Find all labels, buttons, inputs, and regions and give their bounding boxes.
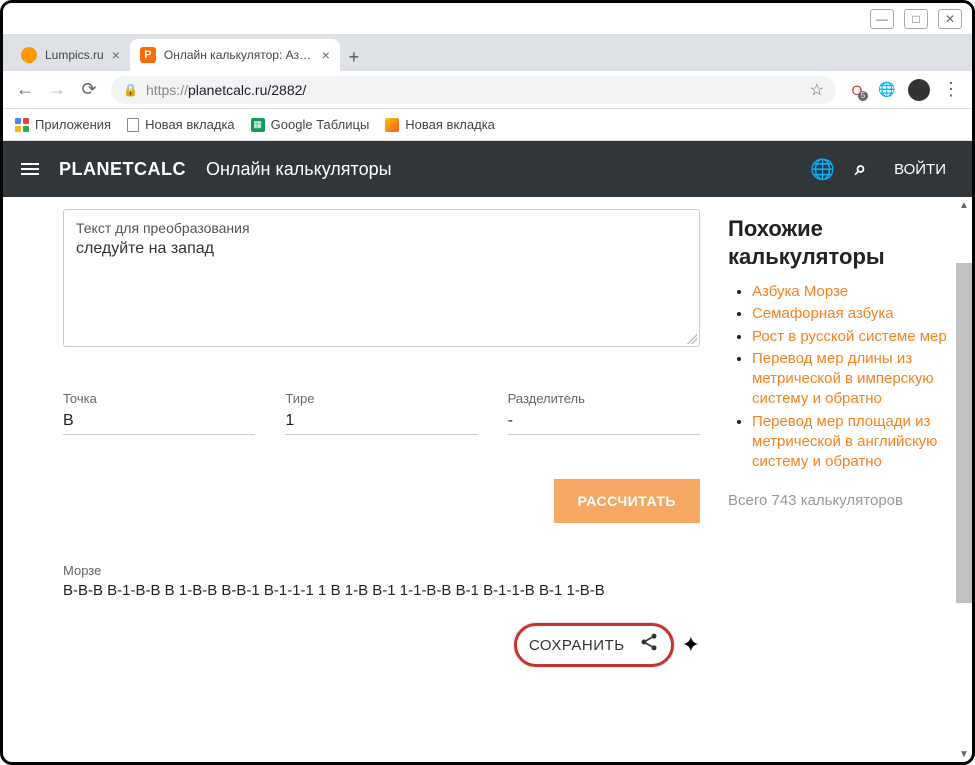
browser-tab-active[interactable]: P Онлайн калькулятор: Азбука Mo × <box>130 39 340 71</box>
browser-tabs: Lumpics.ru × P Онлайн калькулятор: Азбук… <box>3 35 972 71</box>
bookmark-label: Новая вкладка <box>405 117 495 132</box>
scroll-up-button[interactable]: ▲ <box>956 197 972 213</box>
scroll-down-button[interactable]: ▼ <box>956 746 972 762</box>
tab-title: Онлайн калькулятор: Азбука Mo <box>164 48 314 62</box>
extension-globe-icon[interactable]: 🌐 <box>878 81 896 99</box>
sheets-icon: ▦ <box>251 118 265 132</box>
tab-title: Lumpics.ru <box>45 48 104 62</box>
site-logo[interactable]: PLANETCALC <box>59 159 186 180</box>
dot-field[interactable]: Точка B <box>63 391 255 435</box>
related-link[interactable]: Рост в русской системе мер <box>752 328 947 345</box>
related-link[interactable]: Азбука Морзе <box>752 283 848 300</box>
field-value: 1 <box>285 412 477 435</box>
related-list: Азбука Морзе Семафорная азбука Рост в ру… <box>728 282 952 472</box>
language-icon[interactable]: 🌐 <box>810 157 835 182</box>
reload-button[interactable]: ⟳ <box>79 79 99 100</box>
sidebar: Похожие калькуляторы Азбука Морзе Семафо… <box>724 197 972 762</box>
address-bar[interactable]: 🔒 https://planetcalc.ru/2882/ ☆ <box>111 76 836 104</box>
bookmark-sheets[interactable]: ▦ Google Таблицы <box>251 117 370 132</box>
bookmark-label: Приложения <box>35 117 111 132</box>
scrollbar-thumb[interactable] <box>956 263 972 603</box>
result-value: B-B-B B-1-B-B B 1-B-B B-B-1 B-1-1-1 1 B … <box>63 582 700 599</box>
related-link[interactable]: Перевод мер длины из метрической в импер… <box>752 350 934 408</box>
textarea-value: следуйте на запад <box>76 240 687 258</box>
field-label: Разделитель <box>508 391 700 406</box>
result-label: Морзе <box>63 563 700 578</box>
bookmark-label: Google Таблицы <box>271 117 370 132</box>
lock-icon: 🔒 <box>123 83 138 97</box>
bookmark-star-icon[interactable]: ☆ <box>810 80 824 100</box>
save-share-highlight: СОХРАНИТЬ <box>514 623 674 667</box>
convert-textarea[interactable]: Текст для преобразования следуйте на зап… <box>63 209 700 347</box>
url-text: https://planetcalc.ru/2882/ <box>146 82 802 98</box>
bookmarks-bar: Приложения Новая вкладка ▦ Google Таблиц… <box>3 109 972 141</box>
tab-close-button[interactable]: × <box>112 47 120 63</box>
window-minimize-button[interactable]: — <box>870 9 894 29</box>
profile-avatar[interactable] <box>908 79 930 101</box>
extension-opera-icon[interactable]: O <box>848 81 866 99</box>
sidebar-footer: Всего 743 калькуляторов <box>728 490 952 511</box>
new-tab-button[interactable]: + <box>340 43 368 71</box>
field-label: Точка <box>63 391 255 406</box>
browser-tab-inactive[interactable]: Lumpics.ru × <box>11 39 130 71</box>
apps-icon <box>15 118 29 132</box>
window-maximize-button[interactable]: □ <box>904 9 928 29</box>
textarea-label: Текст для преобразования <box>76 220 687 236</box>
result-block: Морзе B-B-B B-1-B-B B 1-B-B B-B-1 B-1-1-… <box>63 563 700 599</box>
calculate-button[interactable]: РАССЧИТАТЬ <box>554 479 700 523</box>
main-content: Текст для преобразования следуйте на зап… <box>3 197 724 762</box>
related-link[interactable]: Перевод мер площади из метрической в анг… <box>752 413 937 471</box>
apps-bookmark[interactable]: Приложения <box>15 117 111 132</box>
field-value: - <box>508 412 700 435</box>
field-value: B <box>63 412 255 435</box>
puzzle-icon[interactable]: ✦ <box>682 632 700 658</box>
login-button[interactable]: ВОЙТИ <box>886 161 954 178</box>
page-icon <box>127 118 139 132</box>
site-subtitle: Онлайн калькуляторы <box>206 159 392 180</box>
share-icon[interactable] <box>639 632 659 658</box>
tab-close-button[interactable]: × <box>322 47 330 63</box>
bookmark-new-tab[interactable]: Новая вкладка <box>127 117 235 132</box>
hamburger-menu-icon[interactable] <box>21 163 39 175</box>
save-button[interactable]: СОХРАНИТЬ <box>529 637 625 654</box>
site-header: PLANETCALC Онлайн калькуляторы 🌐 ⌕ ВОЙТИ <box>3 141 972 197</box>
favicon-icon <box>21 47 37 63</box>
resize-handle-icon[interactable] <box>687 334 697 344</box>
back-button[interactable]: ← <box>15 79 35 100</box>
search-icon[interactable]: ⌕ <box>855 158 866 181</box>
separator-field[interactable]: Разделитель - <box>508 391 700 435</box>
field-label: Тире <box>285 391 477 406</box>
browser-menu-button[interactable]: ⋮ <box>942 79 960 100</box>
favicon-icon: P <box>140 47 156 63</box>
dash-field[interactable]: Тире 1 <box>285 391 477 435</box>
window-titlebar: — □ ✕ <box>3 3 972 35</box>
bookmark-new-tab-2[interactable]: Новая вкладка <box>385 117 495 132</box>
browser-toolbar: ← → ⟳ 🔒 https://planetcalc.ru/2882/ ☆ O … <box>3 71 972 109</box>
image-icon <box>385 118 399 132</box>
bookmark-label: Новая вкладка <box>145 117 235 132</box>
related-link[interactable]: Семафорная азбука <box>752 305 894 322</box>
window-close-button[interactable]: ✕ <box>938 9 962 29</box>
forward-button[interactable]: → <box>47 79 67 100</box>
sidebar-title: Похожие калькуляторы <box>728 215 952 270</box>
